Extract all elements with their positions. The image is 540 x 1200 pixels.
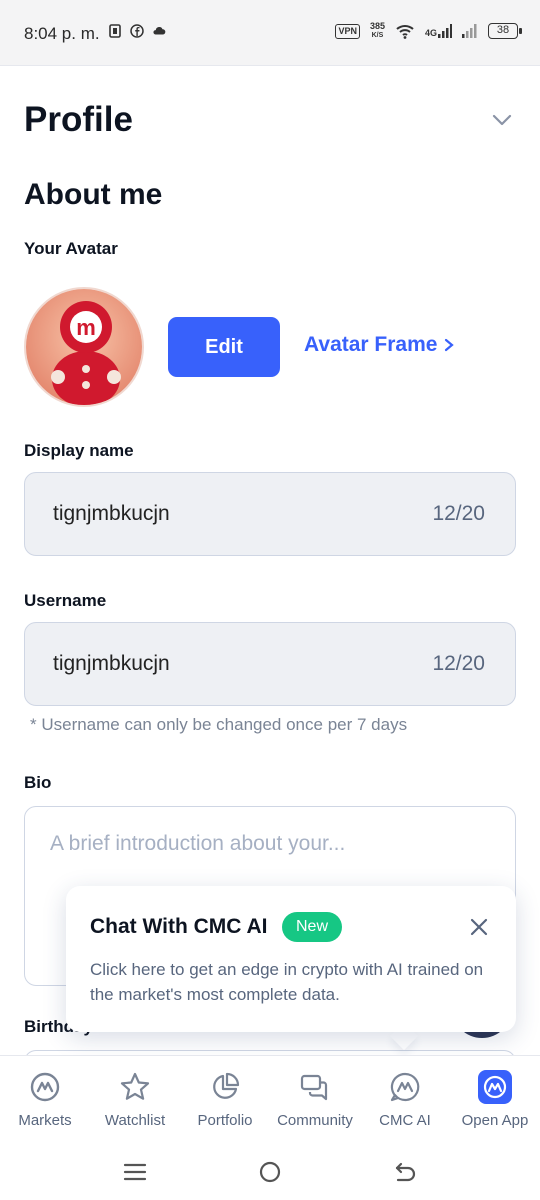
notification-icons <box>108 24 166 38</box>
network-type: 4G <box>424 28 437 38</box>
system-status: VPN 385 K/S 4G 38 <box>335 22 522 40</box>
battery-icon: 38 <box>488 23 522 39</box>
avatar-frame-link[interactable]: Avatar Frame <box>304 333 455 357</box>
tooltip-body: Click here to get an edge in crypto with… <box>90 960 484 1004</box>
nav-cmc-ai-label: CMC AI <box>379 1112 431 1129</box>
nav-open-app[interactable]: Open App <box>450 1056 540 1145</box>
markets-icon <box>30 1072 60 1102</box>
nav-portfolio-label: Portfolio <box>197 1112 253 1129</box>
cmc-app-icon <box>478 1070 512 1104</box>
avatar-frame-label: Avatar Frame <box>304 333 438 356</box>
display-name-field[interactable]: tignjmbkucjn 12/20 <box>24 472 516 556</box>
system-nav-bar <box>0 1145 540 1200</box>
facebook-icon <box>130 24 144 38</box>
username-field[interactable]: tignjmbkucjn 12/20 <box>24 622 516 706</box>
bio-placeholder: A brief introduction about your... <box>50 832 346 855</box>
page-title: Profile <box>24 100 133 139</box>
avatar-label: Your Avatar <box>24 239 118 258</box>
close-icon[interactable] <box>468 916 490 938</box>
svg-text:m: m <box>76 315 96 340</box>
vpn-icon: VPN <box>335 23 360 39</box>
display-name-value: tignjmbkucjn <box>53 502 170 525</box>
signal-weak-icon <box>462 24 477 38</box>
username-count: 12/20 <box>432 652 485 675</box>
username-hint: * Username can only be changed once per … <box>30 715 408 734</box>
cmc-ai-tooltip[interactable]: Chat With CMC AI New Click here to get a… <box>66 886 516 1032</box>
nav-cmc-ai[interactable]: CMC AI <box>360 1056 450 1145</box>
menu-icon[interactable] <box>122 1159 148 1185</box>
chevron-down-icon[interactable] <box>490 110 514 130</box>
nav-portfolio[interactable]: Portfolio <box>180 1056 270 1145</box>
new-badge: New <box>282 912 343 942</box>
section-title-about: About me <box>24 178 163 211</box>
display-name-label: Display name <box>24 441 134 460</box>
nav-markets[interactable]: Markets <box>0 1056 90 1145</box>
cloud-icon <box>153 27 166 35</box>
signal-bars-icon <box>438 24 452 38</box>
edit-avatar-button[interactable]: Edit <box>168 317 280 377</box>
nav-watchlist[interactable]: Watchlist <box>90 1056 180 1145</box>
username-value: tignjmbkucjn <box>53 652 170 675</box>
nav-markets-label: Markets <box>18 1112 72 1129</box>
speed-unit: K/S <box>371 32 384 39</box>
avatar-character-icon: m <box>26 289 142 405</box>
signal-4g-icon: 4G <box>425 24 452 38</box>
pie-chart-icon <box>213 1072 240 1099</box>
avatar[interactable]: m <box>24 287 144 407</box>
nav-watchlist-label: Watchlist <box>104 1112 166 1129</box>
tooltip-title: Chat With CMC AI <box>90 915 268 938</box>
cmc-ai-icon <box>390 1072 420 1102</box>
wifi-icon <box>396 25 414 39</box>
display-name-count: 12/20 <box>432 502 485 525</box>
chevron-right-icon <box>445 338 455 352</box>
nav-open-app-label: Open App <box>461 1112 529 1129</box>
bio-label: Bio <box>24 773 52 792</box>
status-time: 8:04 p. m. <box>24 24 100 43</box>
star-icon <box>120 1072 150 1100</box>
nav-community-label: Community <box>277 1112 353 1129</box>
app-notification-icon <box>109 24 121 38</box>
back-icon[interactable] <box>392 1159 418 1185</box>
speed-value: 385 <box>369 21 385 31</box>
username-label: Username <box>24 591 107 610</box>
home-icon[interactable] <box>257 1159 283 1185</box>
chat-bubbles-icon <box>300 1074 328 1101</box>
nav-community[interactable]: Community <box>270 1056 360 1145</box>
status-bar: 8:04 p. m. VPN 385 K/S 4G 38 <box>0 0 540 66</box>
bottom-nav: Markets Watchlist Portfolio Community CM… <box>0 1055 540 1145</box>
network-speed: 385 K/S <box>370 22 385 40</box>
